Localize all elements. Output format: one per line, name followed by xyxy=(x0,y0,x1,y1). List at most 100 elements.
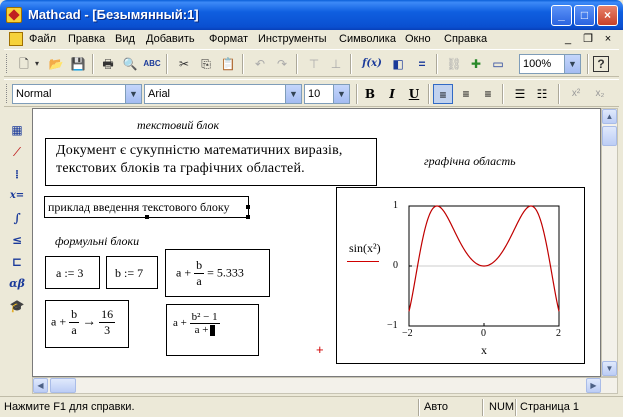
status-calc-mode: Авто xyxy=(424,401,448,413)
maximize-button[interactable]: □ xyxy=(574,5,595,26)
mdi-close-button[interactable]: × xyxy=(600,32,616,46)
evaluation-palette-button[interactable]: x= xyxy=(6,186,28,206)
scroll-up-icon[interactable]: ▲ xyxy=(602,109,617,124)
redo-icon[interactable]: ↷ xyxy=(272,54,292,74)
calculus-palette-icon[interactable]: ∫ xyxy=(6,208,28,228)
zoom-select[interactable]: 100% ▼ xyxy=(519,54,581,74)
math-region-expr3[interactable]: a + b² − 1 a + xyxy=(166,304,259,356)
matrix-palette-icon[interactable]: ⁞ xyxy=(6,164,28,184)
scroll-left-icon[interactable]: ◀ xyxy=(33,378,48,393)
align-center-icon[interactable]: ≡ xyxy=(456,84,476,104)
status-separator xyxy=(482,399,484,416)
toolbar-grip[interactable] xyxy=(6,54,9,73)
scroll-thumb[interactable] xyxy=(602,126,617,146)
style-select[interactable]: Normal ▼ xyxy=(12,84,142,104)
font-size-select[interactable]: 10 ▼ xyxy=(304,84,350,104)
scroll-right-icon[interactable]: ▶ xyxy=(586,378,601,393)
scroll-thumb[interactable] xyxy=(50,378,76,393)
boolean-palette-icon[interactable]: ≤ xyxy=(6,230,28,250)
new-dropdown-icon[interactable]: ▾ xyxy=(32,54,42,74)
help-button[interactable]: ? xyxy=(593,56,609,72)
resize-handle[interactable] xyxy=(145,215,149,219)
math-region-expr1[interactable]: a + b a = 5.333 xyxy=(165,249,270,297)
label-text-block: текстовий блок xyxy=(137,118,220,132)
paste-icon[interactable]: 📋 xyxy=(218,54,238,74)
document-icon[interactable] xyxy=(9,32,23,46)
mdi-restore-button[interactable]: ❐ xyxy=(580,32,596,46)
formatting-toolbar: Normal ▼ Arial ▼ 10 ▼ B I U ≡ ≡ ≡ ☰ ☷ x²… xyxy=(4,79,619,107)
copy-icon[interactable]: ⎘ xyxy=(196,54,216,74)
chevron-down-icon[interactable]: ▼ xyxy=(333,85,349,103)
bold-button[interactable]: B xyxy=(360,84,380,104)
vertical-scrollbar[interactable]: ▲ ▼ xyxy=(601,108,618,377)
status-help-text: Нажмите F1 для справки. xyxy=(4,401,135,413)
menu-file[interactable]: Файл xyxy=(29,33,56,45)
menu-tools[interactable]: Инструменты xyxy=(258,33,327,45)
cut-icon[interactable]: ✂ xyxy=(174,54,194,74)
mathcad-app-icon[interactable] xyxy=(6,7,22,23)
open-folder-icon[interactable]: 📂 xyxy=(46,54,66,74)
math-region-def-b[interactable]: b := 7 xyxy=(106,256,158,289)
math-region-def-a[interactable]: a := 3 xyxy=(45,256,100,289)
scroll-down-icon[interactable]: ▼ xyxy=(602,361,617,376)
mdi-minimize-button[interactable]: _ xyxy=(560,32,576,46)
chevron-down-icon[interactable]: ▼ xyxy=(125,85,141,103)
numbered-list-icon[interactable]: ☷ xyxy=(532,84,552,104)
fraction: b a xyxy=(69,307,80,338)
subscript-button[interactable]: x₂ xyxy=(590,84,610,104)
spell-check-icon[interactable]: ABC xyxy=(142,54,162,74)
undo-icon[interactable]: ↶ xyxy=(250,54,270,74)
math-region-expr2[interactable]: a + b a → 16 3 xyxy=(45,300,129,348)
menu-insert[interactable]: Добавить xyxy=(146,33,195,45)
align-right-icon[interactable]: ≡ xyxy=(478,84,498,104)
menu-edit[interactable]: Правка xyxy=(68,33,105,45)
print-preview-icon[interactable]: 🔍 xyxy=(120,54,140,74)
calculator-palette-icon[interactable]: ▦ xyxy=(6,120,28,140)
fraction-denominator: a + xyxy=(189,323,220,336)
superscript-button[interactable]: x² xyxy=(566,84,586,104)
insert-component-icon[interactable]: ⛓ xyxy=(444,54,464,74)
align-top-icon[interactable]: ⊤ xyxy=(304,54,324,74)
minimize-button[interactable]: _ xyxy=(551,5,572,26)
save-icon[interactable]: 💾 xyxy=(68,54,88,74)
toolbar-grip[interactable] xyxy=(6,84,9,103)
resize-handle[interactable] xyxy=(246,215,250,219)
print-icon[interactable]: 🖶 xyxy=(98,54,118,74)
greek-palette-button[interactable]: αβ xyxy=(6,274,28,294)
new-document-icon[interactable]: 🗋 xyxy=(14,54,34,74)
graph-region[interactable]: sin(x²) 1 0 −1 −2 0 2 x xyxy=(336,187,585,364)
italic-button[interactable]: I xyxy=(382,84,402,104)
window-icon[interactable]: ▭ xyxy=(488,54,508,74)
zoom-value: 100% xyxy=(523,58,552,70)
worksheet[interactable]: текстовий блок Документ є сукупністю мат… xyxy=(32,108,601,377)
chevron-down-icon[interactable]: ▼ xyxy=(285,85,301,103)
symbolic-palette-icon[interactable]: 🎓 xyxy=(6,296,28,316)
menu-symbolics[interactable]: Символика xyxy=(339,33,396,45)
toolbar-separator xyxy=(296,54,298,74)
bullet-list-icon[interactable]: ☰ xyxy=(510,84,530,104)
menu-view[interactable]: Вид xyxy=(115,33,135,45)
text-region-document[interactable]: Документ є сукупністю математичних вираз… xyxy=(45,138,377,186)
calculate-icon[interactable]: = xyxy=(412,54,432,74)
resource-center-icon[interactable]: ✚ xyxy=(466,54,486,74)
insert-unit-icon[interactable]: ◧ xyxy=(388,54,408,74)
menu-window[interactable]: Окно xyxy=(405,33,431,45)
fraction: b a xyxy=(194,258,205,289)
align-bottom-icon[interactable]: ⊥ xyxy=(326,54,346,74)
close-button[interactable]: × xyxy=(597,5,618,26)
menu-format[interactable]: Формат xyxy=(209,33,248,45)
font-value: Arial xyxy=(148,88,171,100)
programming-palette-icon[interactable]: ⊏ xyxy=(6,252,28,272)
plot-svg[interactable] xyxy=(337,188,584,363)
font-select[interactable]: Arial ▼ xyxy=(144,84,302,104)
underline-button[interactable]: U xyxy=(404,84,424,104)
align-left-icon[interactable]: ≡ xyxy=(433,84,453,104)
resize-handle[interactable] xyxy=(246,205,250,209)
menu-help[interactable]: Справка xyxy=(444,33,487,45)
chevron-down-icon[interactable]: ▼ xyxy=(564,55,580,73)
graph-palette-icon[interactable]: ⁄ xyxy=(6,142,28,162)
insert-function-button[interactable]: f(x) xyxy=(362,54,382,74)
toolbar-separator xyxy=(436,54,438,74)
horizontal-scrollbar[interactable]: ◀ ▶ xyxy=(32,377,618,394)
font-size-value: 10 xyxy=(308,88,321,100)
